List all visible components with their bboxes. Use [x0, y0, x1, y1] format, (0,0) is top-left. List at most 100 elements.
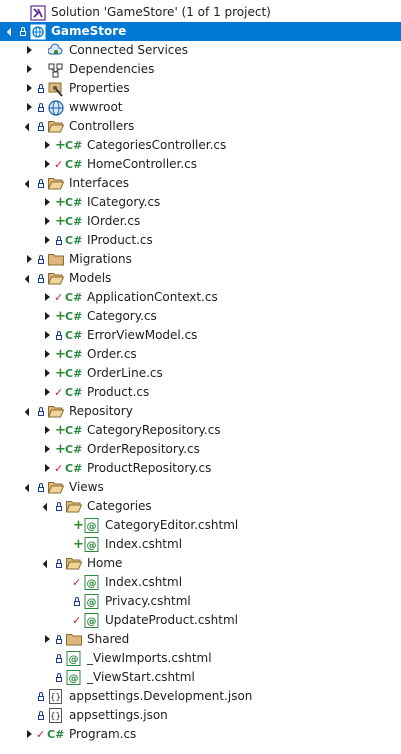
- tree-item-categoryrepository[interactable]: C# CategoryRepository.cs: [0, 421, 401, 440]
- csharp-file-icon-text: C#: [65, 329, 83, 342]
- expanded-chevron-icon[interactable]: [24, 478, 35, 497]
- tree-item-viewstart[interactable]: @ _ViewStart.cshtml: [0, 668, 401, 687]
- pending-add-icon: [53, 421, 66, 440]
- collapsed-chevron-icon[interactable]: [24, 79, 35, 98]
- solution-node[interactable]: Solution 'GameStore' (1 of 1 project): [0, 3, 401, 22]
- tree-item-label: IProduct.cs: [87, 233, 153, 247]
- collapsed-chevron-icon[interactable]: [42, 307, 53, 326]
- checked-in-lock-icon: [35, 79, 47, 98]
- no-expander: [60, 573, 71, 592]
- expanded-chevron-icon[interactable]: [42, 497, 53, 516]
- tree-item-home-index[interactable]: @ Index.cshtml: [0, 573, 401, 592]
- tree-item-product[interactable]: C# Product.cs: [0, 383, 401, 402]
- tree-item-repository[interactable]: Repository: [0, 402, 401, 421]
- collapsed-chevron-icon[interactable]: [42, 326, 53, 345]
- checked-in-lock-icon: [35, 706, 47, 725]
- tree-item-label: ICategory.cs: [87, 195, 161, 209]
- project-icon: [29, 22, 47, 41]
- expanded-chevron-icon[interactable]: [6, 22, 17, 41]
- collapsed-chevron-icon[interactable]: [42, 421, 53, 440]
- tree-item-iorder[interactable]: C# IOrder.cs: [0, 212, 401, 231]
- collapsed-chevron-icon[interactable]: [42, 136, 53, 155]
- tree-item-views[interactable]: Views: [0, 478, 401, 497]
- tree-item-migrations[interactable]: Migrations: [0, 250, 401, 269]
- tree-item-orderrepository[interactable]: C# OrderRepository.cs: [0, 440, 401, 459]
- tree-item-categories-index[interactable]: @ Index.cshtml: [0, 535, 401, 554]
- tree-item-label: CategoryRepository.cs: [87, 423, 221, 437]
- collapsed-chevron-icon[interactable]: [42, 459, 53, 478]
- checked-in-lock-icon: [35, 117, 47, 136]
- tree-item-homecontroller[interactable]: C# HomeController.cs: [0, 155, 401, 174]
- collapsed-chevron-icon[interactable]: [42, 440, 53, 459]
- svg-text:@: @: [69, 674, 79, 685]
- razor-icon: @: [65, 668, 83, 687]
- collapsed-chevron-icon[interactable]: [42, 155, 53, 174]
- tree-item-label: Dependencies: [69, 62, 155, 76]
- collapsed-chevron-icon[interactable]: [42, 212, 53, 231]
- tree-item-views-home[interactable]: Home: [0, 554, 401, 573]
- tree-item-iproduct[interactable]: C# IProduct.cs: [0, 231, 401, 250]
- svg-text:@: @: [87, 541, 97, 552]
- collapsed-chevron-icon[interactable]: [24, 250, 35, 269]
- tree-item-label: Privacy.cshtml: [105, 594, 191, 608]
- razor-icon: @: [83, 516, 101, 535]
- collapsed-chevron-icon[interactable]: [24, 41, 35, 60]
- tree-item-connected-services[interactable]: Connected Services: [0, 41, 401, 60]
- checked-in-lock-icon: [35, 478, 47, 497]
- tree-item-applicationcontext[interactable]: C# ApplicationContext.cs: [0, 288, 401, 307]
- tree-item-label: IOrder.cs: [87, 214, 141, 228]
- project-node-gamestore[interactable]: GameStore: [0, 22, 401, 41]
- tree-item-appsettings-development[interactable]: {} appsettings.Development.json: [0, 687, 401, 706]
- expanded-chevron-icon[interactable]: [42, 554, 53, 573]
- checked-out-icon: [53, 288, 65, 307]
- collapsed-chevron-icon[interactable]: [42, 193, 53, 212]
- tree-item-order[interactable]: C# Order.cs: [0, 345, 401, 364]
- checked-out-icon: [53, 383, 65, 402]
- pending-add-icon: [53, 136, 66, 155]
- expanded-chevron-icon[interactable]: [24, 174, 35, 193]
- collapsed-chevron-icon[interactable]: [42, 630, 53, 649]
- tree-item-privacy[interactable]: @ Privacy.cshtml: [0, 592, 401, 611]
- tree-item-views-categories[interactable]: Categories: [0, 497, 401, 516]
- collapsed-chevron-icon[interactable]: [24, 98, 35, 117]
- expanded-chevron-icon[interactable]: [24, 117, 35, 136]
- pending-add-icon: [53, 212, 66, 231]
- tree-item-orderline[interactable]: C# OrderLine.cs: [0, 364, 401, 383]
- tree-item-updateproduct[interactable]: @ UpdateProduct.cshtml: [0, 611, 401, 630]
- tree-item-icategory[interactable]: C# ICategory.cs: [0, 193, 401, 212]
- tree-item-label: Properties: [69, 81, 130, 95]
- checked-out-icon: [53, 155, 65, 174]
- tree-item-wwwroot[interactable]: wwwroot: [0, 98, 401, 117]
- csharp-icon: C#: [65, 155, 83, 174]
- tree-item-interfaces[interactable]: Interfaces: [0, 174, 401, 193]
- tree-item-errorviewmodel[interactable]: C# ErrorViewModel.cs: [0, 326, 401, 345]
- csharp-file-icon-text: C#: [65, 462, 83, 475]
- collapsed-chevron-icon[interactable]: [42, 364, 53, 383]
- collapsed-chevron-icon[interactable]: [24, 60, 35, 79]
- tree-item-category[interactable]: C# Category.cs: [0, 307, 401, 326]
- tree-item-categoriescontroller[interactable]: C# CategoriesController.cs: [0, 136, 401, 155]
- tree-item-viewimports[interactable]: @ _ViewImports.cshtml: [0, 649, 401, 668]
- tree-item-dependencies[interactable]: Dependencies: [0, 60, 401, 79]
- expanded-chevron-icon[interactable]: [24, 402, 35, 421]
- tree-item-controllers[interactable]: Controllers: [0, 117, 401, 136]
- checked-in-lock-icon: [53, 630, 65, 649]
- checked-in-lock-icon: [53, 554, 65, 573]
- tree-item-models[interactable]: Models: [0, 269, 401, 288]
- tree-item-productrepository[interactable]: C# ProductRepository.cs: [0, 459, 401, 478]
- tree-item-categoryeditor[interactable]: @ CategoryEditor.cshtml: [0, 516, 401, 535]
- tree-item-program[interactable]: C# Program.cs: [0, 725, 401, 744]
- tree-item-label: _ViewImports.cshtml: [87, 651, 212, 665]
- checked-out-icon: [35, 725, 47, 744]
- expanded-chevron-icon[interactable]: [24, 269, 35, 288]
- tree-item-label: Models: [69, 271, 112, 285]
- tree-item-views-shared[interactable]: Shared: [0, 630, 401, 649]
- tree-item-appsettings[interactable]: {} appsettings.json: [0, 706, 401, 725]
- collapsed-chevron-icon[interactable]: [42, 383, 53, 402]
- collapsed-chevron-icon[interactable]: [24, 725, 35, 744]
- collapsed-chevron-icon[interactable]: [42, 345, 53, 364]
- no-expander: [42, 649, 53, 668]
- tree-item-properties[interactable]: Properties: [0, 79, 401, 98]
- collapsed-chevron-icon[interactable]: [42, 231, 53, 250]
- collapsed-chevron-icon[interactable]: [42, 288, 53, 307]
